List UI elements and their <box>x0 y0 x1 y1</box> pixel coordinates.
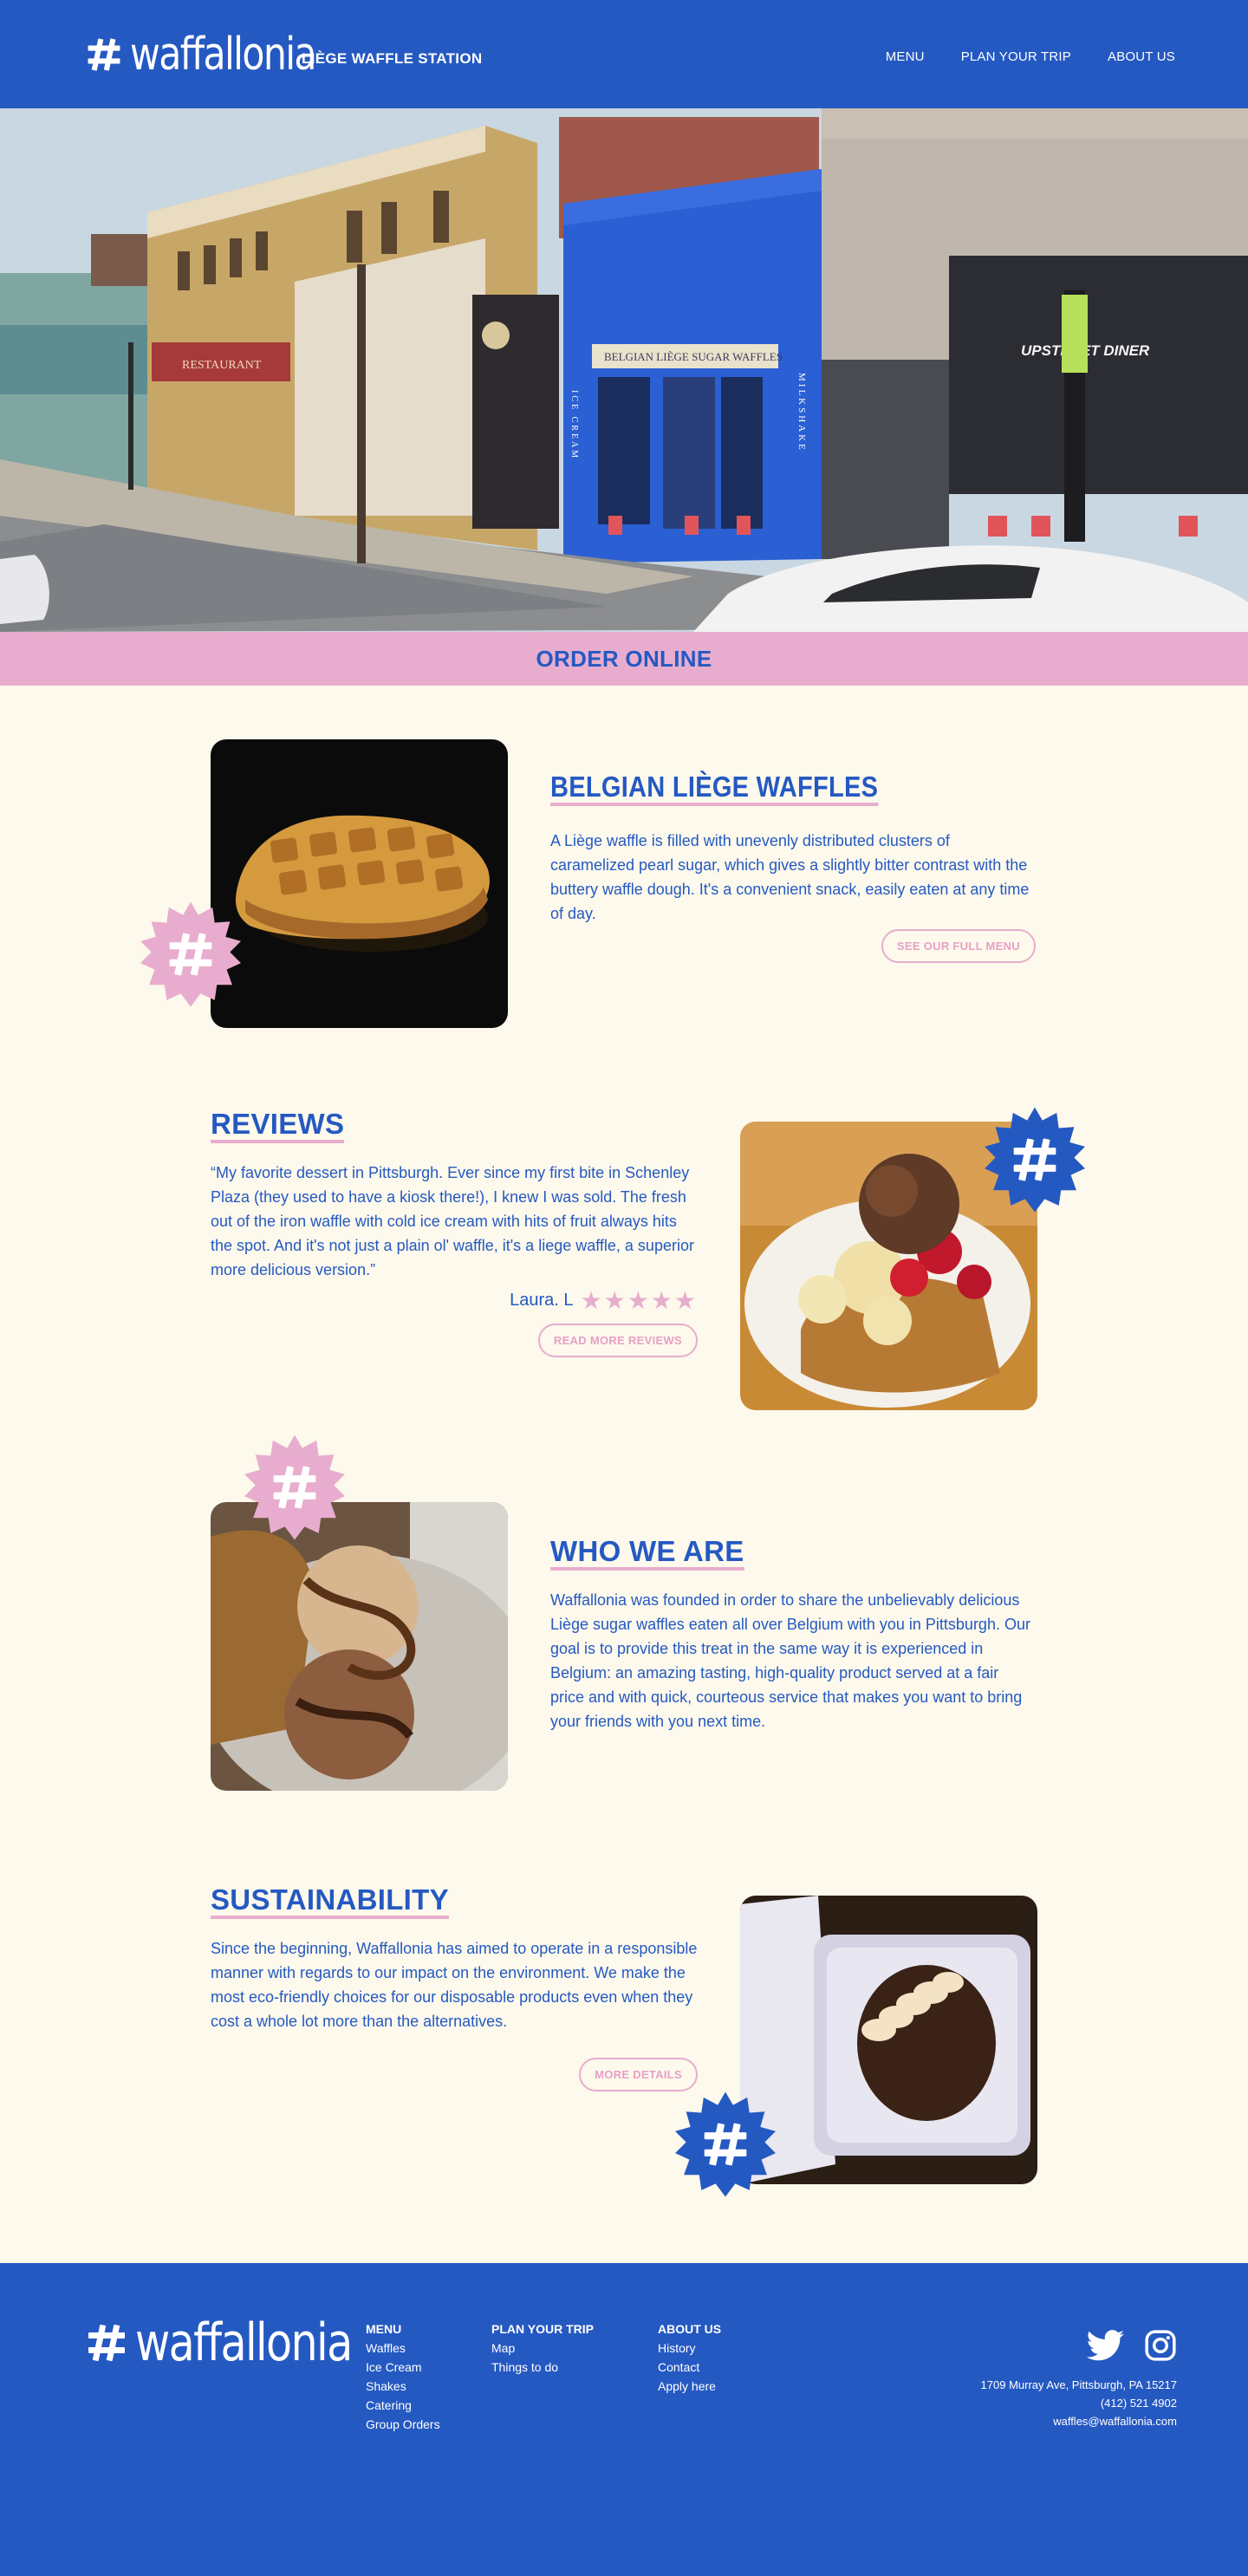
footer-contact: 1709 Murray Ave, Pittsburgh, PA 15217 (4… <box>981 2376 1177 2430</box>
footer-link-things-to-do[interactable]: Things to do <box>491 2358 594 2377</box>
star-rating-icon: ★★★★★ <box>580 1286 698 1314</box>
review-quote: “My favorite dessert in Pittsburgh. Ever… <box>211 1163 694 1278</box>
reviewer-name: Laura. L <box>510 1291 574 1311</box>
order-online-link[interactable]: ORDER ONLINE <box>536 646 712 673</box>
waffle-photo <box>211 739 508 1028</box>
brand-logo[interactable]: waffallonia <box>85 28 317 81</box>
pink-burst-badge-icon <box>136 900 245 1009</box>
footer-link-catering[interactable]: Catering <box>366 2396 440 2415</box>
twitter-icon[interactable] <box>1086 2330 1125 2365</box>
takeout-box-photo <box>740 1896 1037 2184</box>
footer-link-ice-cream[interactable]: Ice Cream <box>366 2358 440 2377</box>
footer-link-map[interactable]: Map <box>491 2339 594 2358</box>
svg-text:RESTAURANT: RESTAURANT <box>182 359 262 372</box>
reviews-section: REVIEWS “My favorite dessert in Pittsbur… <box>0 1068 1248 1450</box>
sustainability-section: SUSTAINABILITY Since the beginning, Waff… <box>0 1832 1248 2215</box>
footer-email[interactable]: waffles@waffallonia.com <box>981 2412 1177 2430</box>
blue-burst-badge-icon <box>671 2090 780 2199</box>
about-body: Waffallonia was founded in order to shar… <box>550 1590 1030 1730</box>
svg-text:BELGIAN LIÈGE SUGAR WAFFLES: BELGIAN LIÈGE SUGAR WAFFLES <box>604 350 783 363</box>
footer-link-contact[interactable]: Contact <box>658 2358 721 2377</box>
footer-heading-plan-trip: PLAN YOUR TRIP <box>491 2322 594 2336</box>
waffles-text: BELGIAN LIÈGE WAFFLES A Liège waffle is … <box>550 771 1036 963</box>
footer-col-plan-trip: PLAN YOUR TRIP Map Things to do <box>491 2322 594 2377</box>
waffles-section: BELGIAN LIÈGE WAFFLES A Liège waffle is … <box>0 686 1248 1068</box>
footer-link-history[interactable]: History <box>658 2339 721 2358</box>
read-more-reviews-button[interactable]: READ MORE REVIEWS <box>537 1323 698 1357</box>
footer-link-shakes[interactable]: Shakes <box>366 2377 440 2396</box>
brand-tagline: LIÈGE WAFFLE STATION <box>302 49 483 67</box>
more-details-button[interactable]: MORE DETAILS <box>579 2057 698 2091</box>
footer-col-menu: MENU Waffles Ice Cream Shakes Catering G… <box>366 2322 440 2434</box>
site-footer: waffallonia MENU Waffles Ice Cream Shake… <box>0 2263 1248 2576</box>
footer-phone[interactable]: (412) 521 4902 <box>981 2394 1177 2412</box>
social-links <box>1086 2329 1177 2366</box>
order-online-bar: ORDER ONLINE <box>0 632 1248 686</box>
brand-name: waffallonia <box>130 28 317 81</box>
main-nav: MENU PLAN YOUR TRIP ABOUT US <box>886 49 1175 64</box>
footer-col-about: ABOUT US History Contact Apply here <box>658 2322 721 2396</box>
hero-image: RESTAURANT BELGIAN LIÈGE SUGAR WAFFLES M… <box>0 108 1248 632</box>
footer-heading-about: ABOUT US <box>658 2322 722 2336</box>
waffles-body: A Liège waffle is filled with unevenly d… <box>550 831 1030 922</box>
blue-burst-badge-icon <box>980 1105 1089 1214</box>
see-full-menu-button[interactable]: SEE OUR FULL MENU <box>881 928 1036 963</box>
footer-heading-menu: MENU <box>366 2322 402 2336</box>
reviews-title: REVIEWS <box>211 1109 345 1143</box>
nav-plan-your-trip[interactable]: PLAN YOUR TRIP <box>961 49 1071 64</box>
nav-menu[interactable]: MENU <box>886 49 925 64</box>
waffles-title: BELGIAN LIÈGE WAFFLES <box>550 771 879 806</box>
footer-link-waffles[interactable]: Waffles <box>366 2339 440 2358</box>
nav-about-us[interactable]: ABOUT US <box>1108 49 1175 64</box>
site-header: waffallonia LIÈGE WAFFLE STATION MENU PL… <box>0 0 1248 108</box>
svg-text:MILKSHAKE: MILKSHAKE <box>796 373 807 452</box>
svg-text:ICE CREAM: ICE CREAM <box>569 390 579 460</box>
hash-logo-icon <box>88 2324 125 2362</box>
reviews-text: REVIEWS “My favorite dessert in Pittsbur… <box>211 1109 698 1357</box>
footer-brand-name: waffallonia <box>135 2313 353 2373</box>
sustainability-title: SUSTAINABILITY <box>211 1884 449 1919</box>
pink-burst-badge-icon <box>240 1433 349 1542</box>
footer-link-group-orders[interactable]: Group Orders <box>366 2415 440 2434</box>
sustainability-text: SUSTAINABILITY Since the beginning, Waff… <box>211 1884 698 2091</box>
about-title: WHO WE ARE <box>550 1536 744 1571</box>
footer-brand-logo[interactable]: waffallonia <box>85 2313 353 2373</box>
about-section: WHO WE ARE Waffallonia was founded in or… <box>0 1434 1248 1832</box>
footer-link-apply[interactable]: Apply here <box>658 2377 721 2396</box>
sustainability-body: Since the beginning, Waffallonia has aim… <box>211 1939 698 2030</box>
hash-logo-icon <box>88 37 120 71</box>
footer-address: 1709 Murray Ave, Pittsburgh, PA 15217 <box>980 2378 1177 2391</box>
instagram-icon[interactable] <box>1144 2329 1177 2366</box>
review-meta: Laura. L ★★★★★ <box>211 1286 698 1314</box>
about-text: WHO WE ARE Waffallonia was founded in or… <box>550 1536 1036 1734</box>
ice-cream-waffle-photo <box>211 1502 508 1791</box>
